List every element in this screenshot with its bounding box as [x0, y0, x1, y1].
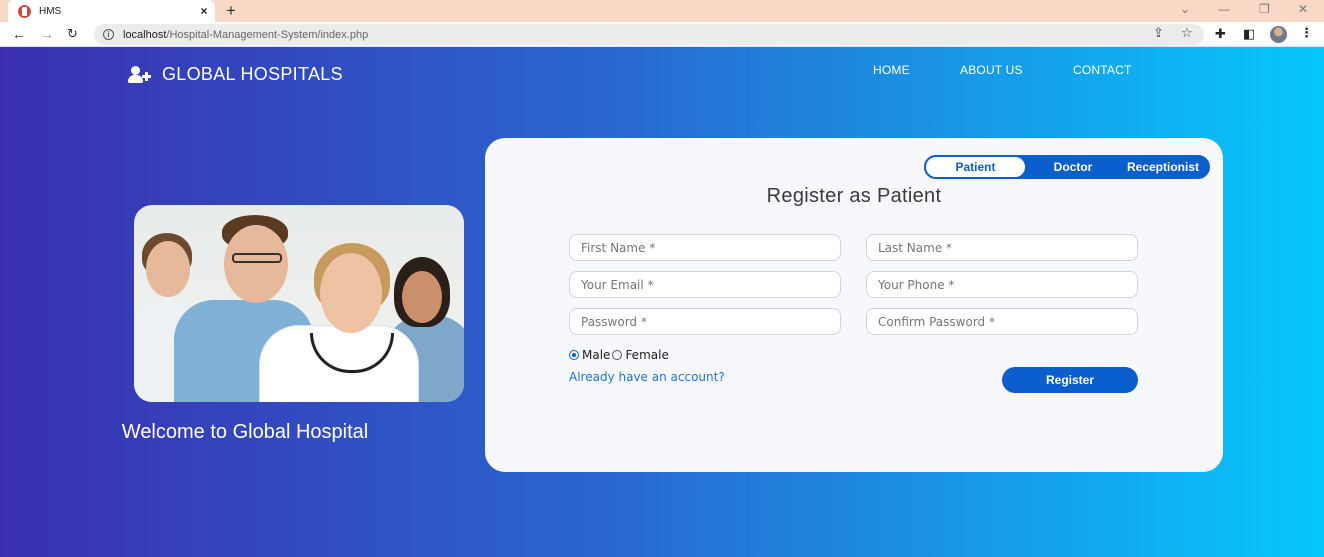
- form-title: Register as Patient: [766, 185, 942, 207]
- back-icon[interactable]: ←: [12, 25, 26, 43]
- doctors-photo: [134, 205, 464, 402]
- tab-doctor[interactable]: Doctor: [1036, 155, 1110, 179]
- first-name-field[interactable]: [569, 234, 841, 261]
- browser-menu-icon[interactable]: ⋮: [1300, 26, 1313, 40]
- url-path: /Hospital-Management-System/index.php: [166, 28, 369, 41]
- tab-title: HMS: [39, 5, 62, 17]
- share-icon[interactable]: ⇪: [1153, 26, 1164, 40]
- browser-toolbar: ← → ↻ i localhost/Hospital-Management-Sy…: [0, 22, 1324, 47]
- tab-search-chevron-icon[interactable]: ⌄: [1180, 2, 1190, 16]
- url-host: localhost: [123, 28, 167, 41]
- extensions-puzzle-icon[interactable]: ✚: [1215, 27, 1226, 41]
- close-window-icon[interactable]: ✕: [1298, 2, 1308, 16]
- nav-about-us[interactable]: ABOUT US: [960, 63, 1023, 77]
- tab-receptionist[interactable]: Receptionist: [1120, 155, 1206, 179]
- bookmark-star-icon[interactable]: ☆: [1181, 26, 1193, 40]
- forward-icon[interactable]: →: [40, 25, 54, 43]
- browser-tab-bar: HMS × + ⌄ — ❐ ✕: [0, 0, 1324, 22]
- minimize-icon[interactable]: —: [1218, 2, 1230, 16]
- password-field[interactable]: [569, 308, 841, 335]
- female-radio[interactable]: [612, 350, 623, 360]
- restore-icon[interactable]: ❐: [1259, 2, 1270, 16]
- address-bar[interactable]: i localhost/Hospital-Management-System/i…: [94, 24, 1204, 45]
- new-tab-icon[interactable]: +: [226, 1, 236, 21]
- site-info-icon[interactable]: i: [103, 29, 114, 40]
- page-background: GLOBAL HOSPITALS HOME ABOUT US CONTACT W…: [0, 47, 1324, 557]
- login-link[interactable]: Already have an account?: [569, 370, 725, 384]
- role-switch: Patient Doctor Receptionist: [924, 155, 1210, 179]
- browser-tab[interactable]: HMS ×: [8, 0, 215, 22]
- close-tab-icon[interactable]: ×: [193, 4, 215, 18]
- tab-patient[interactable]: Patient: [924, 155, 1027, 179]
- register-button[interactable]: Register: [1002, 367, 1138, 393]
- reload-icon[interactable]: ↻: [67, 25, 78, 43]
- male-radio[interactable]: [569, 350, 579, 360]
- welcome-text: Welcome to Global Hospital: [121, 421, 369, 443]
- gender-selector: Male Female: [569, 348, 671, 362]
- side-panel-icon[interactable]: ◧: [1243, 27, 1255, 41]
- last-name-field[interactable]: [866, 234, 1138, 261]
- nav-contact[interactable]: CONTACT: [1073, 63, 1132, 77]
- profile-avatar[interactable]: [1270, 26, 1287, 43]
- brand[interactable]: GLOBAL HOSPITALS: [128, 64, 343, 85]
- female-label: Female: [625, 348, 669, 362]
- user-plus-icon: [128, 65, 152, 84]
- registration-card: Patient Doctor Receptionist Register as …: [485, 138, 1223, 472]
- hospital-favicon-icon: [18, 4, 31, 18]
- brand-name: GLOBAL HOSPITALS: [162, 64, 343, 84]
- nav-home[interactable]: HOME: [873, 63, 910, 77]
- email-field[interactable]: [569, 271, 841, 298]
- male-label: Male: [582, 348, 611, 362]
- phone-field[interactable]: [866, 271, 1138, 298]
- confirm-password-field[interactable]: [866, 308, 1138, 335]
